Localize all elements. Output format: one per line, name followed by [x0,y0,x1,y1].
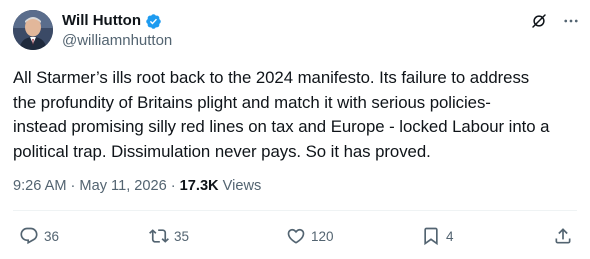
action-bar: 36 35 120 4 [13,223,577,249]
like-button[interactable]: 120 [286,223,334,249]
meta-separator: · [170,178,176,194]
bookmark-icon [421,226,441,246]
avatar-image [13,10,53,50]
post-text: All Starmer’s ills root back to the 2024… [13,68,550,161]
repost-button[interactable]: 35 [149,223,189,249]
bookmark-button[interactable]: 4 [421,223,454,249]
grok-icon[interactable] [530,12,548,30]
post-time[interactable]: 9:26 AM [13,177,67,195]
post-meta: 9:26 AM · May 11, 2026 · 17.3K Views [13,177,261,195]
reply-count: 36 [44,228,60,244]
post-date[interactable]: May 11, 2026 [79,177,166,195]
repost-count: 35 [174,228,190,244]
top-actions [530,10,580,32]
views-count[interactable]: 17.3K [180,177,219,195]
reply-button[interactable]: 36 [19,223,59,249]
author-info: Will Hutton @williamnhutton [62,12,172,50]
bookmark-count: 4 [446,228,454,244]
repost-icon [149,226,169,246]
more-options-icon[interactable] [562,12,580,30]
avatar[interactable] [13,10,53,50]
divider [13,210,577,211]
author-handle[interactable]: @williamnhutton [62,32,172,50]
name-row: Will Hutton [62,12,172,30]
share-button[interactable] [553,223,573,249]
meta-separator: · [70,178,76,194]
verified-badge-icon [145,13,162,30]
reply-icon [19,226,39,246]
share-icon [553,226,573,246]
like-count: 120 [311,228,334,244]
views-label: Views [222,178,262,194]
post-header: Will Hutton @williamnhutton [13,10,580,52]
heart-icon [286,226,306,246]
author-display-name[interactable]: Will Hutton [62,12,141,30]
